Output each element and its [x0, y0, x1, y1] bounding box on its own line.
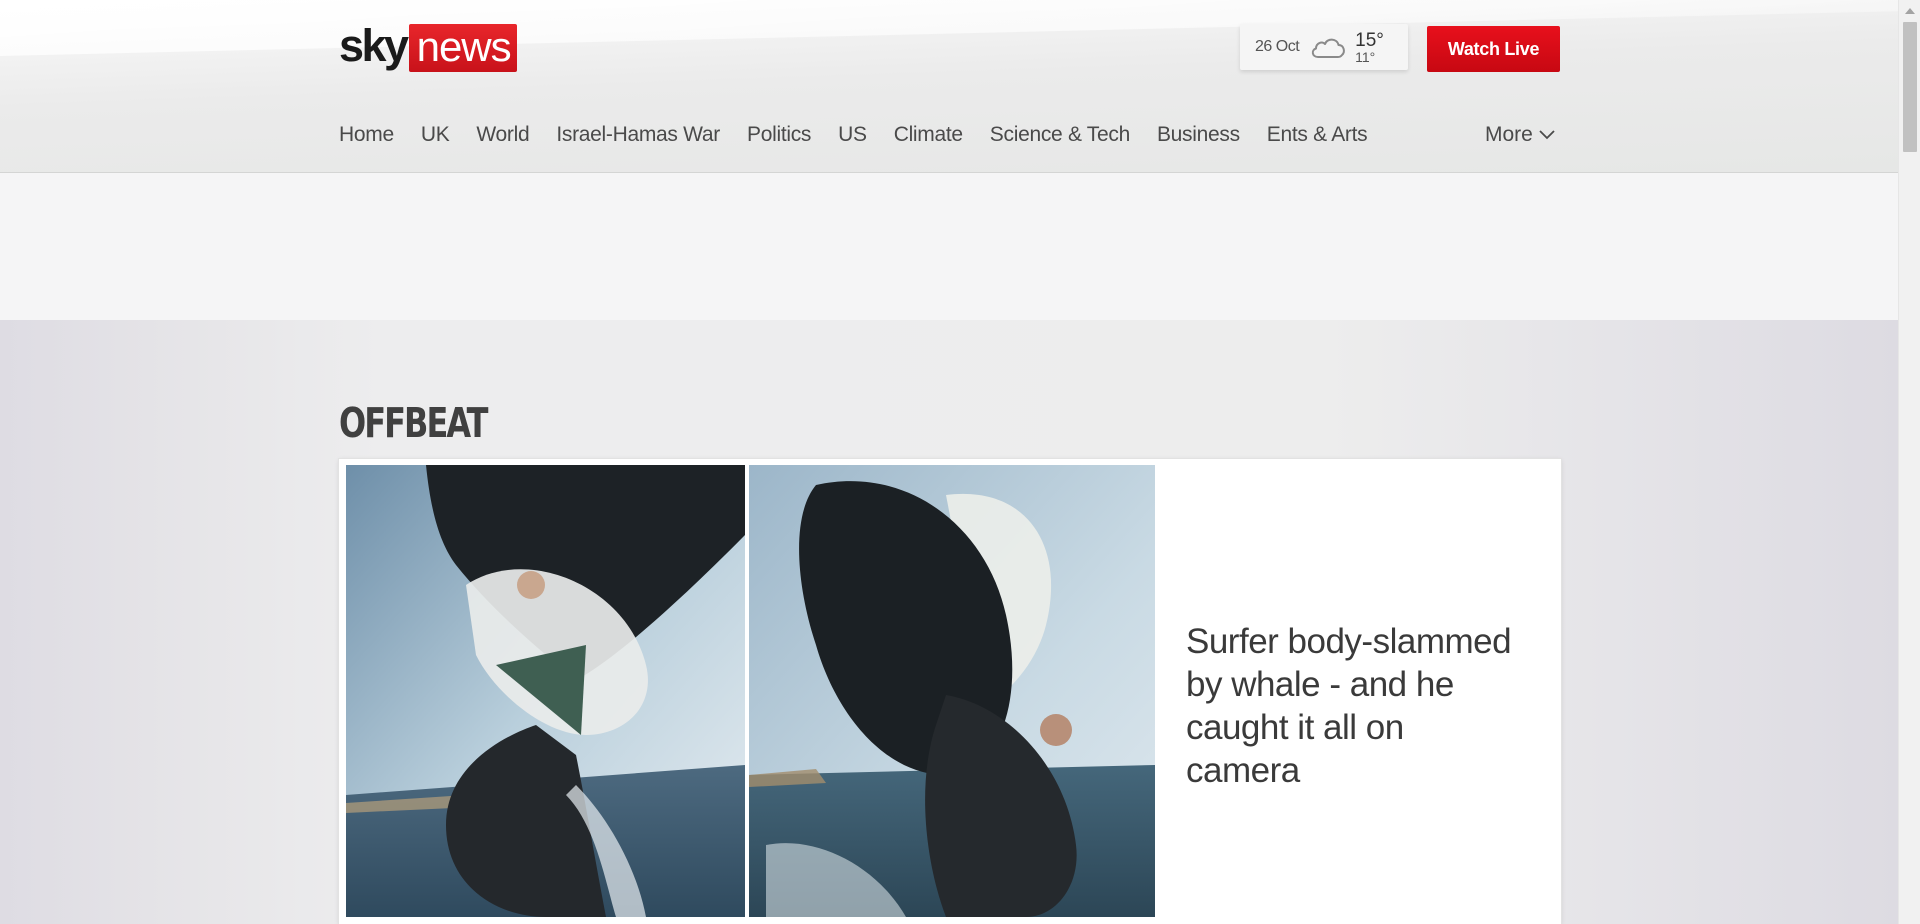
- weather-widget[interactable]: 26 Oct 15° 11°: [1240, 24, 1408, 70]
- nav-item-home[interactable]: Home: [339, 123, 394, 147]
- nav-item-uk[interactable]: UK: [421, 123, 450, 147]
- watch-live-button[interactable]: Watch Live: [1427, 26, 1560, 72]
- logo-sky-text: sky: [339, 20, 409, 71]
- whale-surfer-photo[interactable]: [346, 465, 1155, 917]
- section-title: OFFBEAT: [339, 399, 488, 448]
- chevron-down-icon: [1539, 130, 1555, 140]
- nav-item-climate[interactable]: Climate: [894, 123, 963, 147]
- temperature-high: 15°: [1355, 29, 1384, 51]
- nav-item-world[interactable]: World: [476, 123, 529, 147]
- scrollbar-thumb[interactable]: [1903, 22, 1917, 152]
- nav-item-israel-hamas-war[interactable]: Israel-Hamas War: [556, 123, 720, 147]
- story-headline[interactable]: Surfer body-slammed by whale - and he ca…: [1186, 620, 1526, 792]
- story-card: Surfer body-slammed by whale - and he ca…: [339, 459, 1561, 924]
- site-header: sky news 26 Oct 15° 11° Watch Live Home …: [0, 0, 1898, 173]
- nav-item-business[interactable]: Business: [1157, 123, 1240, 147]
- cloud-icon: [1309, 34, 1347, 60]
- nav-item-us[interactable]: US: [838, 123, 867, 147]
- nav-item-science-tech[interactable]: Science & Tech: [990, 123, 1130, 147]
- photo-collage: [346, 465, 1155, 917]
- nav-item-politics[interactable]: Politics: [747, 123, 811, 147]
- page-viewport: sky news 26 Oct 15° 11° Watch Live Home …: [0, 0, 1898, 924]
- weather-date: 26 Oct: [1255, 38, 1300, 55]
- nav-more-label: More: [1485, 123, 1533, 146]
- advert-slot: [0, 173, 1898, 320]
- scroll-up-arrow-icon[interactable]: [1905, 8, 1915, 14]
- main-nav: Home UK World Israel-Hamas War Politics …: [339, 121, 1394, 149]
- nav-item-ents-arts[interactable]: Ents & Arts: [1267, 123, 1368, 147]
- temperature-low: 11°: [1355, 48, 1376, 65]
- sky-news-logo[interactable]: sky news: [339, 20, 517, 72]
- nav-more-menu[interactable]: More: [1485, 121, 1555, 149]
- logo-news-text: news: [408, 24, 517, 72]
- vertical-scrollbar[interactable]: [1898, 0, 1920, 924]
- weather-temperatures: 15° 11°: [1355, 31, 1384, 64]
